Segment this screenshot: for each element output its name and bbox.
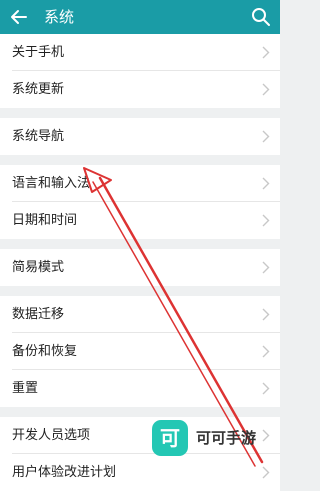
top-app-bar: 系统 <box>0 0 280 34</box>
setting-data-migration[interactable]: 数据迁移 <box>0 296 280 333</box>
chevron-right-icon <box>262 83 270 96</box>
setting-label: 系统更新 <box>12 82 65 97</box>
setting-language-input[interactable]: 语言和输入法 <box>0 165 280 202</box>
setting-label: 简易模式 <box>12 260 65 275</box>
page-title: 系统 <box>44 8 75 26</box>
setting-label: 语言和输入法 <box>12 176 91 191</box>
setting-label: 备份和恢复 <box>12 344 78 359</box>
setting-label: 系统导航 <box>12 129 65 144</box>
chevron-right-icon <box>262 177 270 190</box>
setting-label: 用户体验改进计划 <box>12 465 117 480</box>
setting-label: 重置 <box>12 381 39 396</box>
section-gap <box>0 108 280 118</box>
chevron-right-icon <box>262 466 270 479</box>
settings-list: 关于手机 系统更新 系统导航 语言和输入法 日期和时间 简易模式 数据迁移 备份… <box>0 34 280 491</box>
section-gap <box>0 239 280 249</box>
setting-system-update[interactable]: 系统更新 <box>0 71 280 108</box>
chevron-right-icon <box>262 214 270 227</box>
section-gap <box>0 286 280 296</box>
chevron-right-icon <box>262 46 270 59</box>
setting-label: 数据迁移 <box>12 307 65 322</box>
setting-date-time[interactable]: 日期和时间 <box>0 202 280 239</box>
chevron-right-icon <box>262 130 270 143</box>
section-gap <box>0 407 280 417</box>
watermark-text: 可可手游 <box>196 429 257 447</box>
setting-label: 开发人员选项 <box>12 428 91 443</box>
setting-simple-mode[interactable]: 简易模式 <box>0 249 280 286</box>
setting-user-experience[interactable]: 用户体验改进计划 <box>0 454 280 491</box>
setting-system-navigation[interactable]: 系统导航 <box>0 118 280 155</box>
search-icon[interactable] <box>248 4 274 30</box>
setting-about-phone[interactable]: 关于手机 <box>0 34 280 71</box>
watermark-logo: 可 <box>152 420 188 456</box>
chevron-right-icon <box>262 261 270 274</box>
chevron-right-icon <box>262 345 270 358</box>
chevron-right-icon <box>262 308 270 321</box>
setting-label: 关于手机 <box>12 45 65 60</box>
chevron-right-icon <box>262 429 270 442</box>
chevron-right-icon <box>262 382 270 395</box>
section-gap <box>0 155 280 165</box>
back-arrow-icon[interactable] <box>6 4 32 30</box>
setting-backup-restore[interactable]: 备份和恢复 <box>0 333 280 370</box>
setting-label: 日期和时间 <box>12 213 78 228</box>
setting-reset[interactable]: 重置 <box>0 370 280 407</box>
